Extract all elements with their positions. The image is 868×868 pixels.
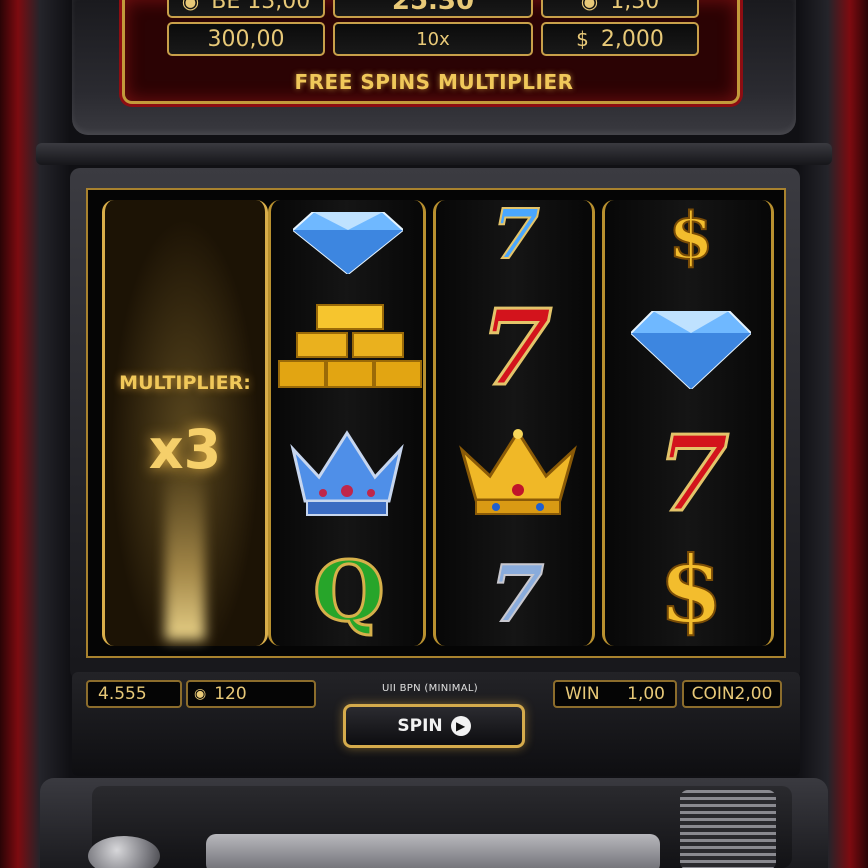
reel-window: MULTIPLIER: x3 Q 7 7 7 $ 7 $ bbox=[86, 188, 786, 658]
blue-seven-symbol: 7 bbox=[466, 200, 566, 270]
top-stat-box: ◉ BE 13,00 bbox=[167, 0, 325, 18]
top-stat-value: 25.30 bbox=[391, 0, 475, 16]
multiplier-label: MULTIPLIER: bbox=[119, 372, 251, 394]
top-stat-value: BE 13,00 bbox=[211, 0, 311, 14]
top-stat-box: ◉ 1,30 bbox=[541, 0, 699, 18]
dollar-glyph: $ bbox=[658, 536, 724, 644]
coin-icon: ◉ bbox=[181, 0, 200, 13]
blue-crown-symbol bbox=[285, 426, 409, 522]
coin-tray bbox=[206, 834, 660, 868]
seven-digit: 7 bbox=[655, 412, 730, 535]
knob-button[interactable] bbox=[88, 836, 160, 868]
bet-value: 120 bbox=[214, 684, 247, 704]
play-icon: ▶ bbox=[450, 716, 471, 736]
win-label: WIN bbox=[565, 684, 600, 704]
top-stat-box: 10x bbox=[333, 22, 533, 56]
reel-2: 7 7 7 bbox=[433, 200, 595, 646]
dollar-symbol: $ bbox=[641, 202, 741, 272]
gold-bars-symbol bbox=[277, 300, 423, 392]
coin-value: COIN2,00 bbox=[691, 684, 773, 704]
multiplier-reel: MULTIPLIER: x3 bbox=[102, 200, 268, 646]
spin-button[interactable]: SPIN ▶ bbox=[343, 704, 525, 748]
red-seven-symbol: 7 bbox=[641, 412, 745, 535]
spin-label: SPIN bbox=[397, 716, 443, 736]
red-seven-symbol: 7 bbox=[466, 286, 566, 409]
speaker-grille bbox=[680, 790, 776, 868]
bet-display: ◉ 120 bbox=[186, 680, 316, 708]
reel-3: $ 7 $ bbox=[602, 200, 774, 646]
seven-digit: 7 bbox=[489, 549, 545, 640]
reel-1: Q bbox=[268, 200, 426, 646]
dollar-glyph: $ bbox=[668, 199, 715, 274]
top-stat-box: 25.30 bbox=[333, 0, 533, 18]
top-stat-value: 10x bbox=[416, 28, 450, 50]
sparkle-effect bbox=[165, 470, 205, 640]
dollar-symbol: $ bbox=[641, 540, 741, 640]
balance-value: 4.555 bbox=[98, 684, 147, 704]
balance-display: 4.555 bbox=[86, 680, 182, 708]
top-stat-value: 2,000 bbox=[600, 26, 664, 52]
cabinet-divider bbox=[36, 143, 832, 165]
top-stat-value: 1,30 bbox=[610, 0, 660, 14]
coin-display: COIN2,00 bbox=[682, 680, 782, 708]
seven-digit: 7 bbox=[478, 286, 553, 409]
diamond-symbol bbox=[631, 310, 751, 390]
multiplier-value: x3 bbox=[148, 418, 222, 481]
top-stat-box: 300,00 bbox=[167, 22, 325, 56]
seven-digit: 7 bbox=[491, 195, 540, 275]
dollar-icon: $ bbox=[576, 27, 589, 51]
free-spins-title: FREE SPINS MULTIPLIER bbox=[294, 70, 574, 94]
coin-icon: ◉ bbox=[194, 686, 207, 702]
queen-letter: Q bbox=[312, 544, 386, 640]
gold-crown-symbol bbox=[456, 424, 580, 520]
broken-seven-symbol: 7 bbox=[462, 552, 572, 638]
top-display-panel: ◉ BE 13,00 25.30 ◉ 1,30 300,00 10x $ 2,0… bbox=[122, 0, 740, 104]
coin-icon: ◉ bbox=[580, 0, 599, 13]
win-display: WIN 1,00 bbox=[553, 680, 677, 708]
win-value: 1,00 bbox=[627, 684, 665, 704]
queen-symbol: Q bbox=[299, 544, 399, 640]
mode-label: UII BPN (MINIMAL) bbox=[382, 683, 478, 694]
diamond-symbol bbox=[293, 208, 403, 278]
top-stat-box: $ 2,000 bbox=[541, 22, 699, 56]
top-stat-value: 300,00 bbox=[207, 26, 285, 52]
